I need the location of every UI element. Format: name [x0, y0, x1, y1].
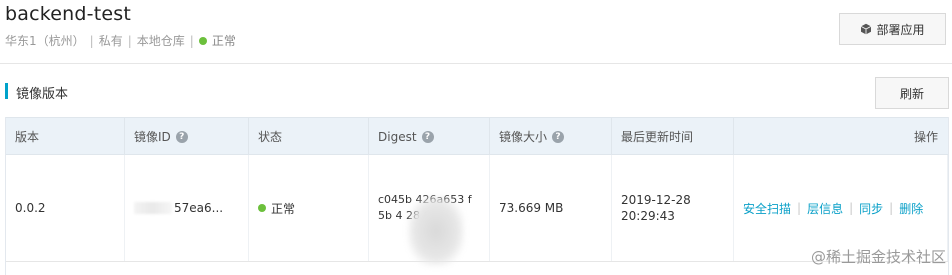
deploy-app-button[interactable]: 部署应用	[839, 13, 946, 45]
help-icon[interactable]: ?	[552, 130, 565, 143]
image-versions-table: 版本 镜像ID ? 状态 Digest ? 镜像大小 ? 最后更新时间 操作 0…	[5, 117, 949, 275]
divider: |	[89, 33, 94, 48]
status-dot-icon	[198, 36, 207, 45]
page-title: backend-test	[5, 3, 132, 25]
help-icon[interactable]: ?	[421, 130, 434, 143]
cube-icon	[861, 23, 872, 35]
page-header: backend-test 华东1（杭州） | 私有 | 本地仓库 | 正常 部署…	[0, 0, 952, 64]
deploy-app-label: 部署应用	[876, 22, 925, 37]
layer-info-link[interactable]: 层信息	[807, 200, 843, 217]
section-accent-bar	[5, 83, 8, 99]
column-header-actions: 操作	[913, 130, 938, 144]
delete-link[interactable]: 删除	[899, 200, 923, 217]
repo-type-label: 本地仓库	[136, 34, 185, 48]
help-icon[interactable]: ?	[175, 130, 188, 143]
cell-size: 73.669 MB	[490, 155, 612, 261]
divider: |	[797, 201, 802, 215]
cell-digest: c045b 426a653 f5b 4 28 6	[369, 155, 490, 266]
divider: |	[849, 201, 854, 215]
column-header-updated: 最后更新时间	[612, 118, 734, 155]
table-header: 版本 镜像ID ? 状态 Digest ? 镜像大小 ? 最后更新时间 操作	[6, 117, 948, 155]
column-header-status: 状态	[249, 118, 369, 155]
region-label: 华东1（杭州）	[5, 34, 85, 48]
sync-link[interactable]: 同步	[859, 200, 883, 217]
digest-value: c045b 426a653 f5b 4 28 6	[378, 192, 478, 266]
repo-status: 正常	[211, 34, 236, 48]
divider: |	[189, 33, 194, 48]
status-dot-icon	[258, 204, 266, 212]
watermark: @稀土掘金技术社区	[810, 248, 946, 266]
column-header-digest: Digest ?	[369, 118, 490, 155]
column-header-image-id: 镜像ID ?	[125, 118, 249, 155]
security-scan-link[interactable]: 安全扫描	[743, 200, 791, 217]
cell-image-id: 57ea6...	[125, 155, 249, 261]
redacted-blur	[408, 196, 464, 266]
repo-meta: 华东1（杭州） | 私有 | 本地仓库 | 正常	[5, 32, 236, 49]
cell-updated: 2019-12-28 20:29:43	[612, 155, 734, 261]
row-divider	[6, 261, 948, 262]
row-actions: 安全扫描 | 层信息 | 同步 | 删除	[743, 200, 923, 217]
cell-version: 0.0.2	[6, 155, 125, 261]
divider: |	[127, 33, 132, 48]
table-body: 0.0.2 57ea6... 正常 c045b 426a653 f5b 4 28…	[6, 155, 948, 275]
divider: |	[889, 201, 894, 215]
visibility-label: 私有	[98, 34, 123, 48]
column-header-size: 镜像大小 ?	[490, 118, 612, 155]
column-header-version: 版本	[6, 118, 125, 155]
section-title: 镜像版本	[16, 87, 69, 102]
cell-status: 正常	[249, 155, 369, 261]
redacted-blur	[134, 202, 172, 214]
refresh-button[interactable]: 刷新	[875, 77, 949, 109]
